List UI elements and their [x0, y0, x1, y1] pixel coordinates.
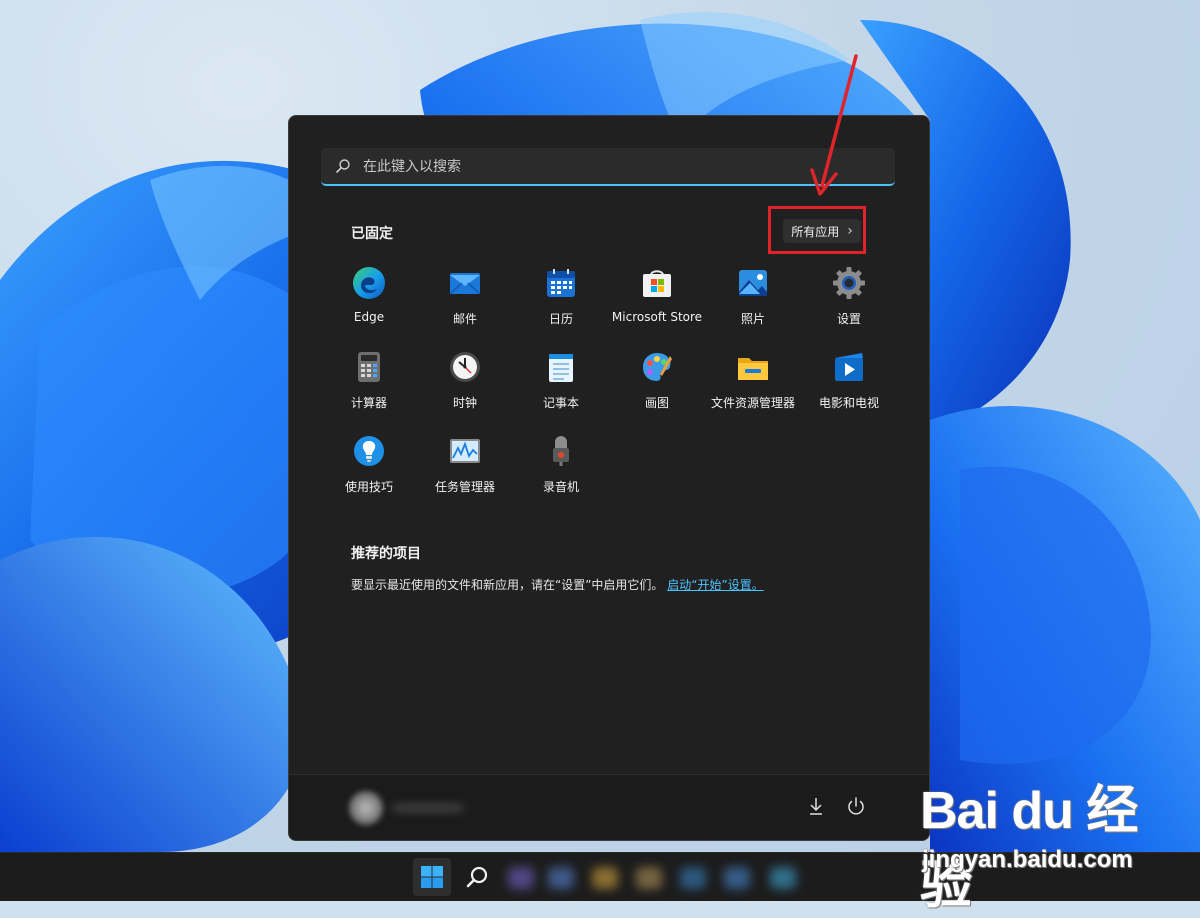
app-label: 时钟	[452, 396, 477, 410]
movies-icon	[835, 353, 863, 381]
app-label: Edge	[353, 310, 385, 324]
app-task-manager[interactable]: 任务管理器	[417, 430, 513, 514]
app-label: 邮件	[452, 312, 477, 326]
recommended-message: 要显示最近使用的文件和新应用，请在“设置”中启用它们。 启动“开始”设置。	[351, 576, 764, 593]
app-store[interactable]: Microsoft Store	[609, 262, 705, 346]
watermark-url: jingyan.baidu.com	[922, 846, 1133, 873]
paint-icon	[643, 353, 672, 381]
app-paint[interactable]: 画图	[609, 346, 705, 430]
app-notepad[interactable]: 记事本	[513, 346, 609, 430]
taskbar-app-blurred[interactable]	[508, 867, 534, 889]
app-label: 记事本	[542, 396, 579, 410]
app-label: 任务管理器	[434, 480, 495, 494]
start-menu: 已固定 所有应用 › Edge 邮件	[288, 115, 930, 841]
start-settings-link[interactable]: 启动“开始”设置。	[667, 578, 763, 592]
task-manager-icon	[450, 439, 480, 463]
search-icon	[336, 159, 350, 173]
photos-icon	[739, 270, 767, 296]
taskbar-app-blurred[interactable]	[680, 867, 706, 889]
taskbar-app-blurred[interactable]	[770, 867, 796, 889]
calculator-icon	[358, 352, 380, 382]
store-icon	[643, 270, 671, 297]
app-file-explorer[interactable]: 文件资源管理器	[705, 346, 801, 430]
app-movies-tv[interactable]: 电影和电视	[801, 346, 897, 430]
tips-icon	[354, 436, 384, 466]
notepad-icon	[549, 354, 573, 382]
taskbar-search-icon[interactable]	[462, 863, 492, 893]
taskbar-app-blurred[interactable]	[724, 867, 750, 889]
app-label: 使用技巧	[344, 480, 393, 494]
clock-icon	[450, 352, 480, 382]
highlight-box	[768, 206, 866, 254]
app-calculator[interactable]: 计算器	[321, 346, 417, 430]
recorder-icon	[553, 436, 569, 466]
download-icon[interactable]	[805, 795, 827, 817]
user-name-blurred	[393, 803, 463, 813]
start-footer	[289, 774, 929, 840]
app-label: 电影和电视	[818, 396, 879, 410]
windows-logo-icon	[421, 866, 443, 888]
app-settings[interactable]: 设置	[801, 262, 897, 346]
app-label: 文件资源管理器	[710, 396, 795, 410]
app-label: 日历	[548, 312, 573, 326]
taskbar-app-blurred[interactable]	[548, 867, 574, 889]
app-voice-recorder[interactable]: 录音机	[513, 430, 609, 514]
taskbar-app-blurred[interactable]	[636, 867, 662, 889]
app-mail[interactable]: 邮件	[417, 262, 513, 346]
mail-icon	[449, 273, 481, 295]
app-tips[interactable]: 使用技巧	[321, 430, 417, 514]
avatar[interactable]	[349, 791, 383, 825]
taskbar-app-blurred[interactable]	[592, 867, 618, 889]
baidu-jingyan-watermark: Bai du 经验 jingyan.baidu.com	[920, 768, 1150, 915]
app-edge[interactable]: Edge	[321, 262, 417, 346]
folder-icon	[738, 358, 768, 380]
settings-icon	[833, 267, 865, 299]
app-calendar[interactable]: 日历	[513, 262, 609, 346]
app-label: 画图	[644, 396, 669, 410]
app-label: 计算器	[350, 396, 387, 410]
recommended-title: 推荐的项目	[351, 546, 421, 562]
calendar-icon	[547, 269, 575, 297]
app-label: 录音机	[542, 480, 579, 494]
app-label: 照片	[740, 312, 765, 326]
app-label: Microsoft Store	[611, 310, 703, 324]
start-button[interactable]	[413, 858, 451, 896]
search-box[interactable]	[321, 148, 895, 186]
recommended-message-text: 要显示最近使用的文件和新应用，请在“设置”中启用它们。	[351, 578, 664, 592]
app-photos[interactable]: 照片	[705, 262, 801, 346]
pinned-title: 已固定	[351, 226, 393, 242]
edge-icon	[353, 267, 385, 299]
app-label: 设置	[836, 312, 861, 326]
power-icon[interactable]	[845, 795, 867, 817]
watermark-logo: Bai du 经验	[920, 782, 1138, 915]
search-input[interactable]	[361, 148, 885, 186]
app-clock[interactable]: 时钟	[417, 346, 513, 430]
